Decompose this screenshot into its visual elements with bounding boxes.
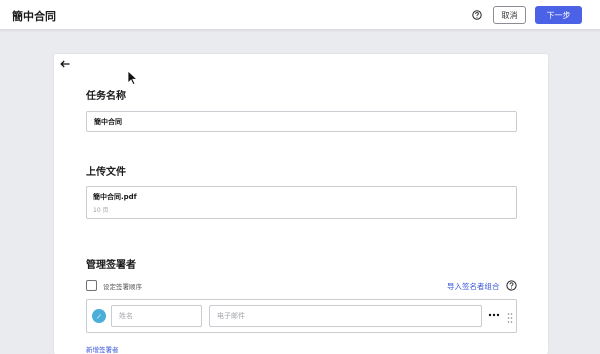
- file-name: 簡中合同.pdf: [93, 193, 137, 201]
- add-signer-link[interactable]: 新增签署者: [86, 344, 119, 354]
- question-circle-icon[interactable]: [506, 280, 517, 291]
- signer-row: 姓名 电子邮件: [86, 299, 517, 333]
- top-bar: 簡中合同 取消 下一步: [0, 0, 600, 30]
- signer-name-input[interactable]: 姓名: [111, 305, 202, 327]
- set-signing-order-label: 设定签署顺序: [103, 283, 142, 291]
- signer-email-input[interactable]: 电子邮件: [209, 305, 482, 327]
- file-page-count: 10 页: [93, 207, 109, 214]
- upload-file-title: 上传文件: [86, 167, 126, 178]
- task-name-input[interactable]: 簡中合同: [86, 111, 517, 132]
- more-options-icon[interactable]: [487, 309, 501, 321]
- drag-handle-icon[interactable]: [507, 309, 513, 323]
- next-step-button[interactable]: 下一步: [535, 6, 582, 24]
- import-signer-group-link[interactable]: 导入签名者组合: [447, 281, 500, 292]
- pen-icon: [96, 314, 101, 319]
- manage-signers-title: 管理签署者: [86, 260, 136, 271]
- task-name-title: 任务名称: [86, 91, 126, 102]
- signer-avatar: [92, 309, 106, 323]
- arrow-left-icon[interactable]: [58, 58, 72, 70]
- set-signing-order-checkbox[interactable]: [86, 280, 97, 291]
- uploaded-file-item[interactable]: 簡中合同.pdf 10 页: [86, 186, 517, 219]
- mouse-pointer-icon: [127, 70, 139, 86]
- cancel-button[interactable]: 取消: [493, 6, 526, 24]
- question-circle-icon[interactable]: [470, 8, 484, 22]
- document-title: 簡中合同: [12, 10, 56, 23]
